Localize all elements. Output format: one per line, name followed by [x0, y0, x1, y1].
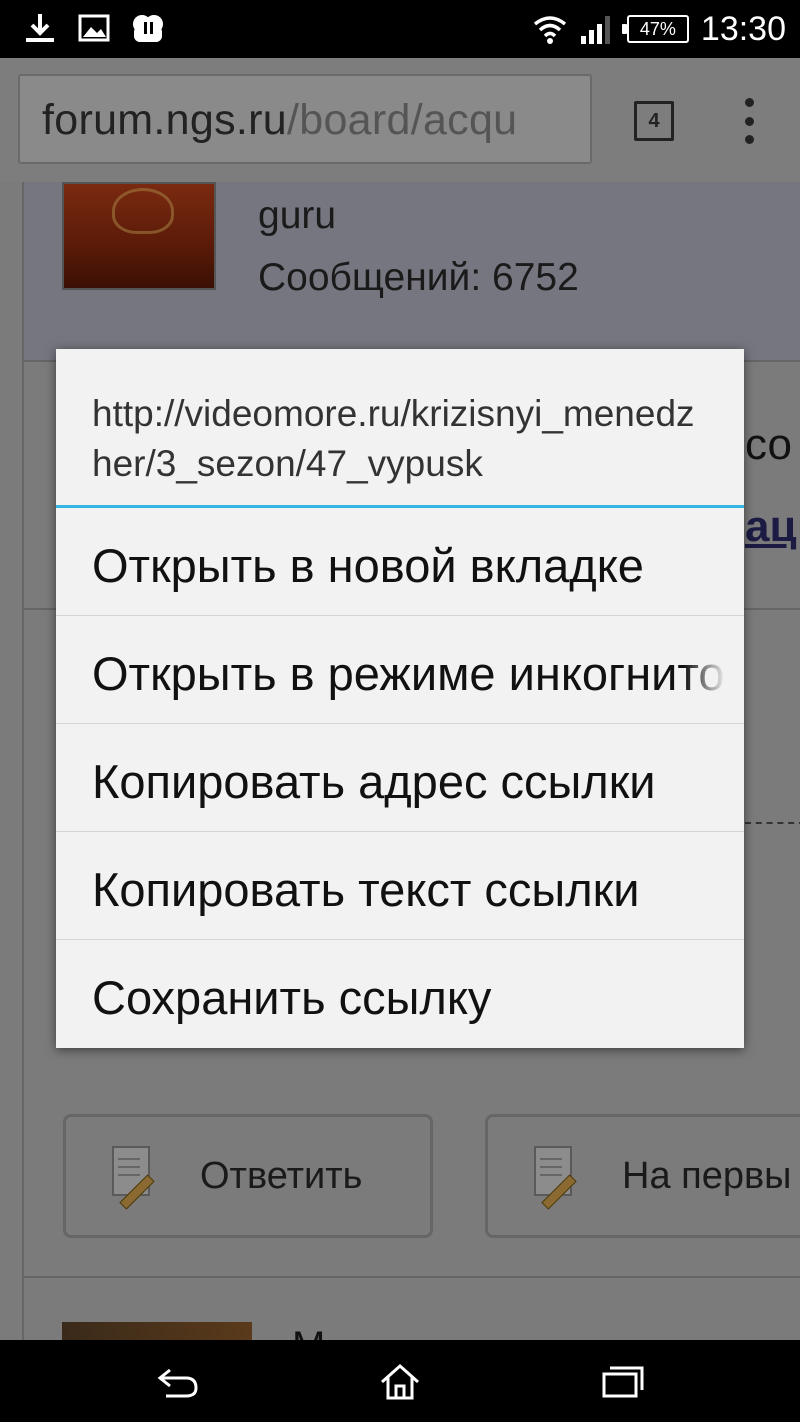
- menu-item-copy-link-address[interactable]: Копировать адрес ссылки: [56, 724, 744, 832]
- tab-count: 4: [648, 109, 660, 132]
- text-fade: [684, 832, 744, 939]
- menu-item-label: Открыть в режиме инкогнито: [92, 647, 725, 700]
- signal-icon: [580, 16, 610, 44]
- menu-item-label: Сохранить ссылку: [92, 971, 492, 1024]
- first-page-button-label: На первы: [622, 1154, 792, 1197]
- more-icon-dot: [744, 116, 754, 126]
- battery-level: 47%: [639, 18, 676, 39]
- clock: 13:30: [700, 9, 786, 48]
- recent-apps-icon[interactable]: [600, 1362, 644, 1402]
- user-message-count: Сообщений: 6752: [258, 256, 579, 299]
- divider: [24, 1276, 800, 1278]
- reply-button[interactable]: Ответить: [63, 1114, 433, 1238]
- address-bar[interactable]: forum.ngs.ru/board/acqu: [18, 74, 592, 164]
- link-url: http://videomore.ru/krizisnyi_menedzher/…: [92, 393, 695, 484]
- url-path: /board/acqu: [286, 96, 518, 144]
- menu-item-open-incognito[interactable]: Открыть в режиме инкогнито: [56, 616, 744, 724]
- menu-item-label: Копировать адрес ссылки: [92, 755, 656, 808]
- text-fade: [684, 508, 744, 615]
- home-icon[interactable]: [378, 1362, 422, 1402]
- text-fade: [684, 616, 744, 723]
- menu-item-copy-link-text[interactable]: Копировать текст ссылки: [56, 832, 744, 940]
- edit-document-icon: [530, 1144, 590, 1210]
- link-context-menu: http://videomore.ru/krizisnyi_menedzher/…: [56, 349, 744, 1048]
- download-icon: [26, 14, 54, 42]
- reply-button-label: Ответить: [200, 1154, 363, 1197]
- browser-toolbar: forum.ngs.ru/board/acqu 4: [0, 58, 800, 182]
- navigation-bar: [0, 1340, 800, 1422]
- app-icon: [133, 15, 163, 42]
- post-text-fragment: со: [745, 420, 792, 469]
- battery-icon: 47%: [621, 15, 689, 43]
- next-post-avatar[interactable]: [62, 1322, 252, 1340]
- text-fade: [684, 724, 744, 831]
- overflow-menu-button[interactable]: [740, 98, 758, 144]
- edit-document-icon: [108, 1144, 168, 1210]
- dotted-divider: [745, 822, 800, 824]
- user-rank: guru: [258, 194, 337, 237]
- user-avatar[interactable]: [62, 182, 216, 290]
- post-link-fragment[interactable]: ац: [745, 502, 797, 552]
- menu-item-open-new-tab[interactable]: Открыть в новой вкладке: [56, 508, 744, 616]
- back-icon[interactable]: [156, 1362, 200, 1402]
- next-post-author: M: [292, 1324, 325, 1340]
- context-menu-header: http://videomore.ru/krizisnyi_menedzher/…: [56, 349, 744, 505]
- menu-item-label: Открыть в новой вкладке: [92, 539, 644, 592]
- first-page-button[interactable]: На первы: [485, 1114, 800, 1238]
- image-icon: [78, 14, 110, 42]
- menu-item-label: Копировать текст ссылки: [92, 863, 640, 916]
- more-icon: [744, 98, 754, 107]
- more-icon-dot: [744, 135, 754, 144]
- tab-switcher-button[interactable]: 4: [634, 101, 674, 141]
- wifi-icon: [533, 16, 566, 44]
- status-bar: 47% 13:30: [0, 0, 800, 58]
- menu-item-save-link[interactable]: Сохранить ссылку: [56, 940, 744, 1048]
- url-domain: forum.ngs.ru: [42, 96, 287, 144]
